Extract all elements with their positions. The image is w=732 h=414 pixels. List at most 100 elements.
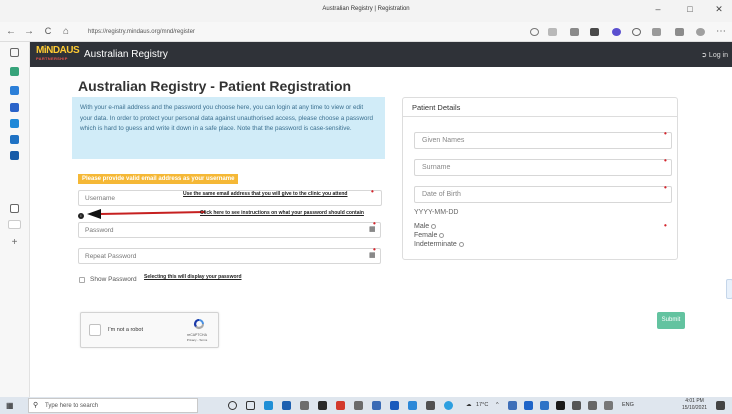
recaptcha-widget: I'm not a robot reCAPTCHA Privacy - Term… xyxy=(80,312,219,348)
gender-option-indeterminate[interactable]: Indeterminate xyxy=(414,241,464,248)
taskbar-app-icon[interactable] xyxy=(426,401,435,410)
dob-format-hint: YYYY-MM-DD xyxy=(414,209,459,216)
tray-app-icon[interactable] xyxy=(508,401,517,410)
female-radio[interactable] xyxy=(439,232,445,238)
gender-option-female[interactable]: Female xyxy=(414,232,445,239)
edge-icon[interactable] xyxy=(264,401,273,410)
extension-icon[interactable] xyxy=(612,28,621,36)
taskbar-app-icon[interactable] xyxy=(336,401,345,410)
forward-button[interactable]: → xyxy=(22,26,36,37)
close-button[interactable]: ✕ xyxy=(709,4,729,15)
minimize-button[interactable]: – xyxy=(648,4,668,14)
show-password-hint: Selecting this will display your passwor… xyxy=(144,274,242,280)
tray-app-icon[interactable] xyxy=(540,401,549,410)
language-indicator[interactable]: ENG xyxy=(622,402,634,408)
cortana-icon[interactable] xyxy=(228,401,237,410)
sidebar-app-icon[interactable] xyxy=(10,119,19,128)
sidebar-app-icon[interactable] xyxy=(10,135,19,144)
back-button[interactable]: ← xyxy=(4,26,18,37)
volume-icon[interactable] xyxy=(588,401,597,410)
taskbar-app-icon[interactable] xyxy=(444,401,453,410)
info-box: With your e-mail address and the passwor… xyxy=(72,97,385,159)
side-extension-tab[interactable] xyxy=(726,279,732,299)
mindaus-logo[interactable]: MiNDAUS PARTNERSHIP xyxy=(36,46,80,63)
tray-app-icon[interactable] xyxy=(556,401,565,410)
male-radio[interactable] xyxy=(431,223,437,229)
indeterminate-radio[interactable] xyxy=(458,241,464,247)
recaptcha-icon xyxy=(194,319,204,329)
taskbar-app-icon[interactable] xyxy=(282,401,291,410)
taskbar-app-icon[interactable] xyxy=(390,401,399,410)
repeat-password-input[interactable]: Repeat Password ▦ xyxy=(78,248,381,264)
username-hint: Use the same email address that you will… xyxy=(183,191,348,197)
sidebar-app-icon[interactable] xyxy=(10,103,19,112)
read-aloud-icon[interactable] xyxy=(548,28,557,36)
given-names-input[interactable]: Given Names xyxy=(414,132,672,149)
network-icon[interactable] xyxy=(572,401,581,410)
search-icon: ⚲ xyxy=(33,402,39,409)
favorites-icon[interactable] xyxy=(652,28,661,36)
search-icon[interactable] xyxy=(530,28,539,36)
date-of-birth-input[interactable]: Date of Birth xyxy=(414,186,672,203)
taskbar-search-input[interactable]: ⚲ Type here to search xyxy=(28,398,198,413)
required-marker: • xyxy=(373,219,376,228)
page-icon[interactable] xyxy=(10,204,19,213)
extension-icon[interactable] xyxy=(570,28,579,36)
taskbar-clock[interactable]: 4:01 PM 15/10/2021 xyxy=(682,398,707,412)
sidebar-app-icon[interactable] xyxy=(10,86,19,95)
brand-title[interactable]: Australian Registry xyxy=(84,49,168,60)
taskbar-app-icon[interactable] xyxy=(354,401,363,410)
tabs-icon[interactable] xyxy=(10,48,19,57)
taskbar-app-icon[interactable] xyxy=(372,401,381,410)
page-title: Australian Registry - Patient Registrati… xyxy=(78,78,352,94)
extension-icon[interactable] xyxy=(632,28,641,36)
task-view-icon[interactable] xyxy=(246,401,255,410)
browser-toolbar: ← → C ⌂ https://registry.mindaus.org/mnd… xyxy=(0,22,732,42)
submit-button[interactable]: Submit xyxy=(657,312,685,329)
required-marker: • xyxy=(664,129,667,138)
recaptcha-terms[interactable]: Privacy - Terms xyxy=(182,338,212,342)
patient-details-heading: Patient Details xyxy=(403,98,677,117)
menu-button[interactable]: ⋯ xyxy=(714,26,728,37)
add-icon[interactable]: + xyxy=(10,238,19,248)
recaptcha-brand: reCAPTCHA xyxy=(187,333,207,337)
profile-icon[interactable] xyxy=(696,28,705,36)
recaptcha-label: I'm not a robot xyxy=(108,327,143,333)
notification-icon[interactable] xyxy=(716,401,725,410)
show-password-label[interactable]: Show Password xyxy=(90,276,137,283)
sidebar-panel-icon[interactable] xyxy=(8,220,21,229)
login-link[interactable]: ➲ Log in xyxy=(701,51,728,59)
taskbar-app-icon[interactable] xyxy=(408,401,417,410)
show-password-checkbox[interactable] xyxy=(79,277,85,283)
recaptcha-checkbox[interactable] xyxy=(89,324,101,336)
temperature-label[interactable]: 17°C xyxy=(476,402,488,408)
app-header: MiNDAUS PARTNERSHIP Australian Registry … xyxy=(30,42,732,67)
required-marker: • xyxy=(664,156,667,165)
reload-button[interactable]: C xyxy=(41,26,55,36)
windows-start-icon[interactable]: ▦ xyxy=(6,401,14,410)
collections-icon[interactable] xyxy=(675,28,684,36)
password-instructions-link[interactable]: Click here to see instructions on what y… xyxy=(200,210,376,216)
gender-option-male[interactable]: Male xyxy=(414,223,437,230)
battery-icon[interactable] xyxy=(604,401,613,410)
maximize-button[interactable]: □ xyxy=(680,4,700,14)
weather-icon[interactable]: ☁ xyxy=(466,402,472,408)
browser-sidebar: + xyxy=(0,42,30,397)
taskbar-app-icon[interactable] xyxy=(318,401,327,410)
home-button[interactable]: ⌂ xyxy=(59,26,73,37)
browser-titlebar: Australian Registry | Registration – □ ✕ xyxy=(0,0,732,22)
info-icon[interactable]: i xyxy=(78,213,84,219)
taskbar-app-icon[interactable] xyxy=(300,401,309,410)
password-input[interactable]: Password ▦ xyxy=(78,222,381,238)
registration-page: Australian Registry - Patient Registrati… xyxy=(30,67,732,397)
sidebar-app-icon[interactable] xyxy=(10,151,19,160)
arrow-graphic xyxy=(87,209,205,219)
tray-chevron-icon[interactable]: ^ xyxy=(496,402,499,408)
address-bar[interactable]: https://registry.mindaus.org/mnd/registe… xyxy=(84,26,514,39)
extension-icon[interactable] xyxy=(590,28,599,36)
username-warning: Please provide valid email address as yo… xyxy=(78,174,239,184)
surname-input[interactable]: Surname xyxy=(414,159,672,176)
tray-app-icon[interactable] xyxy=(524,401,533,410)
sidebar-app-icon[interactable] xyxy=(10,67,19,76)
patient-details-card: Patient Details Given Names • Surname • … xyxy=(402,97,678,260)
